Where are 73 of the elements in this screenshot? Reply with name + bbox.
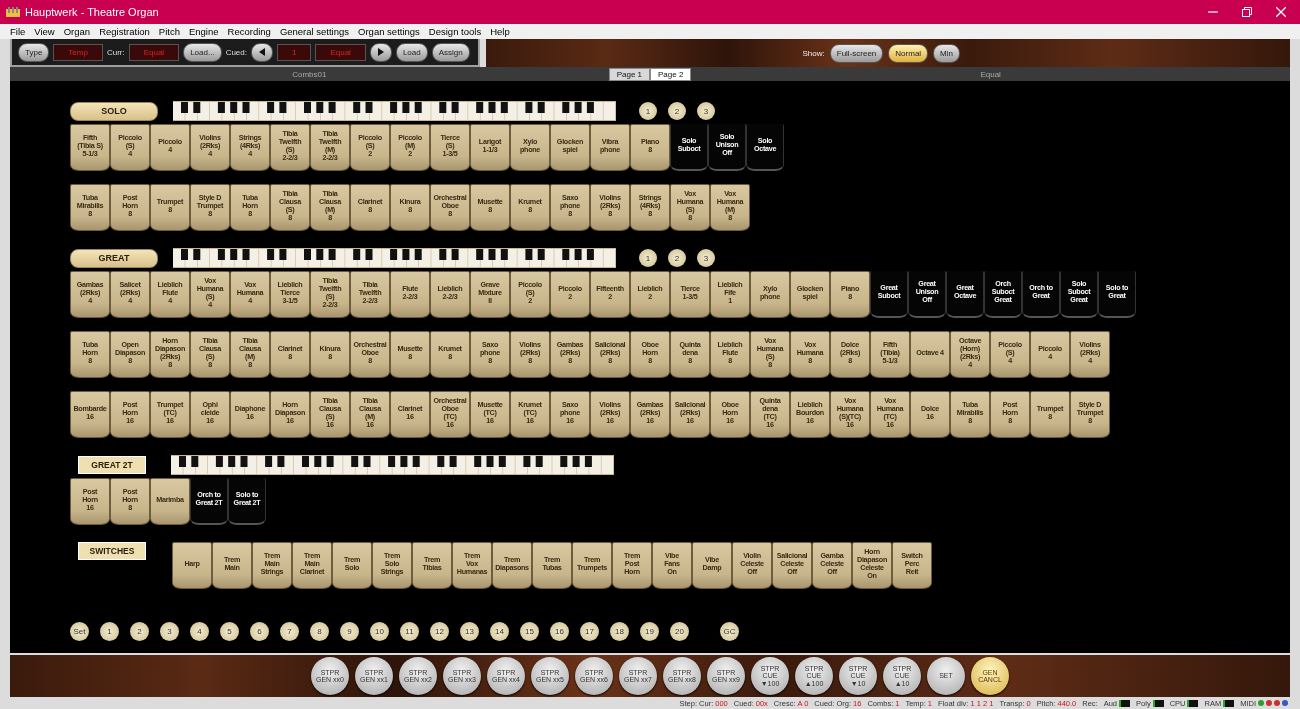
toolbar-label: Curr:: [106, 47, 125, 57]
view-mode-button[interactable]: Min: [933, 43, 960, 63]
left-arrow-icon: [259, 48, 265, 56]
piston-button[interactable]: 2: [130, 622, 149, 641]
menu-item[interactable]: Registration: [99, 26, 150, 37]
level-meter: [1223, 699, 1235, 707]
piston-button[interactable]: 3: [160, 622, 179, 641]
piston-button[interactable]: Set: [70, 622, 89, 641]
piston-button[interactable]: 7: [280, 622, 299, 641]
piston-button[interactable]: 3: [697, 249, 715, 267]
restore-icon[interactable]: [1242, 7, 1252, 17]
right-arrow-icon: [377, 48, 384, 56]
window-title: Hauptwerk - Theatre Organ: [25, 6, 159, 18]
division-nameplate: SOLO: [70, 101, 158, 121]
menu-item[interactable]: Design tools: [428, 26, 482, 37]
piston-button[interactable]: 20: [670, 622, 689, 641]
level-meter: [1119, 699, 1131, 707]
page-caption: Equal: [979, 69, 1002, 79]
piston-button[interactable]: 1: [639, 102, 657, 120]
piston-button[interactable]: GC: [720, 622, 739, 641]
piston-button[interactable]: 1: [639, 249, 657, 267]
piston-button[interactable]: 3: [697, 102, 715, 120]
menu-item[interactable]: View: [34, 26, 55, 37]
display-field: Equal: [128, 43, 180, 61]
menu-item[interactable]: Organ: [63, 26, 91, 37]
menu-item[interactable]: Recording: [227, 26, 271, 37]
show-label: Show:: [802, 48, 825, 58]
page-tab[interactable]: Page 2: [650, 67, 692, 81]
menu-item[interactable]: File: [10, 26, 26, 37]
piston-button[interactable]: 2: [668, 249, 686, 267]
division-label: SWITCHES: [78, 542, 146, 560]
piston-button[interactable]: 13: [460, 622, 479, 641]
toolbar-button[interactable]: Type: [18, 42, 50, 62]
close-icon[interactable]: [1276, 7, 1286, 17]
menu-item[interactable]: Help: [490, 26, 510, 37]
piston-button[interactable]: 4: [190, 622, 209, 641]
page-caption: Combs01: [291, 69, 328, 79]
piston-button[interactable]: 8: [310, 622, 329, 641]
piston-button[interactable]: 11: [400, 622, 419, 641]
arrow-button[interactable]: [251, 42, 273, 62]
piston-button[interactable]: 12: [430, 622, 449, 641]
toolbar-button[interactable]: Load...: [183, 42, 222, 62]
toolbar-button[interactable]: Load: [395, 42, 428, 62]
toolbar-button[interactable]: Assign: [431, 42, 470, 62]
piston-button[interactable]: 10: [370, 622, 389, 641]
display-field: 1: [277, 43, 312, 61]
arrow-button[interactable]: [369, 42, 392, 62]
toolbar-label: Cued:: [225, 47, 247, 57]
division-nameplate: GREAT: [70, 248, 158, 268]
piston-button[interactable]: 18: [610, 622, 629, 641]
piston-button[interactable]: 2: [668, 102, 686, 120]
piston-button[interactable]: 16: [550, 622, 569, 641]
piston-button[interactable]: 14: [490, 622, 509, 641]
piston-button[interactable]: 5: [220, 622, 239, 641]
piston-button[interactable]: 15: [520, 622, 539, 641]
piston-button[interactable]: 19: [640, 622, 659, 641]
app-icon: [6, 7, 20, 17]
piston-button[interactable]: 17: [580, 622, 599, 641]
display-field: Temp: [53, 43, 103, 61]
menu-item[interactable]: Pitch: [158, 26, 180, 37]
level-meter: [1152, 699, 1164, 707]
display-field: Equal: [315, 43, 366, 61]
level-meter: [1187, 699, 1199, 707]
piston-button[interactable]: 1: [100, 622, 119, 641]
menu-item[interactable]: General settings: [279, 26, 350, 37]
piston-button[interactable]: 6: [250, 622, 269, 641]
division-label: GREAT 2T: [78, 456, 146, 474]
view-mode-button[interactable]: Normal: [888, 43, 929, 63]
menu-item[interactable]: Engine: [188, 26, 219, 37]
view-mode-button[interactable]: Full-screen: [829, 43, 884, 63]
menu-item[interactable]: Organ settings: [358, 26, 420, 37]
page-tab[interactable]: Page 1: [608, 67, 650, 81]
piston-button[interactable]: 9: [340, 622, 359, 641]
